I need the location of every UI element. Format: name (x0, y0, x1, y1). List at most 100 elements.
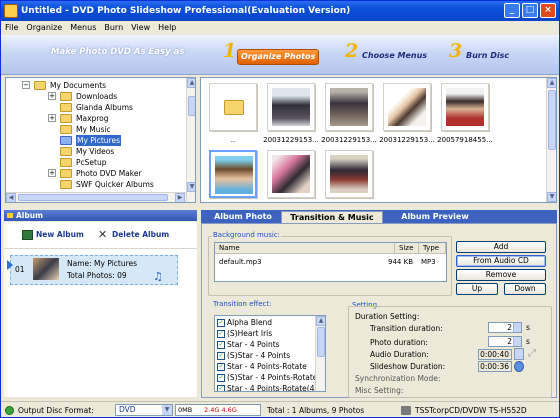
scroll-left-icon[interactable]: ◀ (6, 193, 16, 202)
music-row-name[interactable]: default.mp3 (219, 257, 389, 268)
add-music-button[interactable]: Add (456, 241, 546, 253)
transition-list-scrollbar[interactable]: ▲ (315, 316, 325, 391)
dropdown-arrow-icon[interactable]: ▼ (162, 405, 172, 415)
checkbox-checked-icon[interactable]: ✓ (217, 363, 225, 371)
scroll-down-icon[interactable]: ▼ (547, 192, 556, 202)
scroll-thumb[interactable] (18, 194, 168, 201)
transition-label: Star - 4 Points-Rotate (227, 362, 307, 371)
thumbnail-photo[interactable] (383, 83, 431, 131)
menu-menus[interactable]: Menus (66, 21, 100, 35)
scroll-up-icon[interactable]: ▲ (547, 78, 556, 88)
tree-label: My Pictures (76, 135, 121, 146)
thumbnail-photo[interactable] (267, 83, 315, 131)
spin-arrows-icon[interactable] (513, 337, 521, 346)
transition-item[interactable]: ✓ Star - 4 Points-Rotate(4x (216, 383, 319, 391)
photo-duration-input[interactable]: 2 (488, 336, 522, 347)
menu-view[interactable]: View (127, 21, 154, 35)
tree-vertical-scrollbar[interactable]: ▲ ▼ (186, 78, 195, 202)
checkbox-checked-icon[interactable]: ✓ (217, 330, 225, 338)
output-format-select[interactable]: DVD ▼ (115, 404, 173, 416)
step-organize-photos[interactable]: 1 Organize Photos (223, 39, 339, 71)
menu-burn[interactable]: Burn (100, 21, 127, 35)
folder-icon (60, 169, 72, 178)
new-album-button[interactable]: New Album (22, 229, 84, 241)
tree-label: Photo DVD Maker (76, 169, 142, 178)
menu-organize[interactable]: Organize (22, 21, 66, 35)
transition-item[interactable]: ✓ Star - 4 Points (216, 339, 280, 350)
tree-item-swf-quicker-albums[interactable]: SWF Quicker Albums (60, 179, 184, 190)
thumbnail-photo[interactable] (325, 150, 373, 198)
scroll-thumb[interactable] (317, 327, 325, 357)
scroll-up-icon[interactable]: ▲ (316, 316, 325, 326)
checkbox-checked-icon[interactable]: ✓ (217, 385, 225, 391)
tree-item-my-videos[interactable]: My Videos (60, 146, 184, 157)
transition-item[interactable]: ✓ (S)Heart Iris (216, 328, 272, 339)
spin-arrows-icon[interactable] (513, 323, 521, 332)
capacity-start-label: 0MB (178, 406, 193, 414)
expand-icon[interactable]: + (48, 114, 56, 122)
tree-horizontal-scrollbar[interactable]: ◀ ▶ (6, 192, 186, 202)
move-up-button[interactable]: Up (456, 283, 498, 295)
step-choose-menus[interactable]: 2 Choose Menus (345, 39, 437, 71)
checkbox-checked-icon[interactable]: ✓ (217, 341, 225, 349)
minimize-button[interactable]: _ (504, 3, 520, 18)
checkbox-checked-icon[interactable]: ✓ (217, 374, 225, 382)
move-down-button[interactable]: Down (504, 283, 546, 295)
tree-item-my-pictures[interactable]: My Pictures (60, 135, 184, 146)
tree-item-maxprog[interactable]: + Maxprog (48, 113, 184, 124)
collapse-icon[interactable]: − (22, 81, 30, 89)
step-burn-disc[interactable]: 3 Burn Disc (449, 39, 529, 71)
tree-item-my-documents[interactable]: − My Documents (22, 80, 182, 91)
spin-value: 2 (507, 337, 512, 346)
column-header-size[interactable]: Size (395, 243, 419, 254)
music-row-type[interactable]: MP3 (421, 257, 445, 268)
delete-album-button[interactable]: ✕ Delete Album (98, 229, 169, 241)
menu-help[interactable]: Help (154, 21, 180, 35)
title-bar[interactable]: Untitled - DVD Photo Slideshow Professio… (1, 1, 559, 21)
thumbnail-photo[interactable] (441, 83, 489, 131)
tree-item-pcsetup[interactable]: PcSetup (60, 157, 184, 168)
expand-icon[interactable]: + (48, 169, 56, 177)
remove-music-button[interactable]: Remove (456, 269, 546, 281)
music-row-size[interactable]: 944 KB (383, 257, 413, 268)
refresh-icon[interactable] (514, 361, 524, 372)
thumbnail-photo[interactable] (325, 83, 373, 131)
scroll-thumb[interactable] (188, 96, 195, 116)
tree-item-photo-dvd-maker[interactable]: + Photo DVD Maker (48, 168, 184, 179)
tab-transition-music[interactable]: Transition & Music (281, 211, 383, 223)
thumbnail-photo-selected[interactable] (209, 150, 257, 198)
thumbnail-caption: 20031229153... (379, 136, 435, 144)
tab-album-preview[interactable]: Album Preview (387, 211, 483, 223)
checkbox-checked-icon[interactable]: ✓ (217, 352, 225, 360)
thumbnail-parent-folder[interactable] (209, 83, 257, 131)
maximize-button[interactable]: □ (522, 3, 538, 18)
menu-file[interactable]: File (1, 21, 22, 35)
scroll-down-icon[interactable]: ▼ (187, 182, 195, 192)
expand-icon[interactable]: + (48, 92, 56, 100)
checkbox-checked-icon[interactable]: ✓ (217, 319, 225, 327)
thumbnail-photo[interactable] (267, 150, 315, 198)
sync-audio-icon[interactable] (514, 348, 524, 360)
close-button[interactable]: × (540, 3, 556, 18)
tab-album-photo[interactable]: Album Photo (205, 211, 281, 223)
column-header-type[interactable]: Type (419, 243, 446, 254)
thumbnails-vertical-scrollbar[interactable]: ▲ ▼ (546, 78, 556, 202)
transition-item[interactable]: ✓ Alpha Blend (216, 317, 272, 328)
tree-item-glanda-albums[interactable]: Glanda Albums (60, 102, 184, 113)
transition-item[interactable]: ✓ (S)Star - 4 Points-Rotate (216, 372, 317, 383)
transition-item[interactable]: ✓ (S)Star - 4 Points (216, 350, 290, 361)
transition-duration-input[interactable]: 2 (488, 322, 522, 333)
scroll-right-icon[interactable]: ▶ (175, 193, 185, 202)
tree-item-my-music[interactable]: My Music (60, 124, 184, 135)
link-icon[interactable]: ⤢ (528, 348, 540, 360)
album-name: Name: My Pictures (67, 259, 138, 268)
transition-label: (S)Star - 4 Points (227, 351, 291, 360)
tree-item-downloads[interactable]: + Downloads (48, 91, 184, 102)
column-header-name[interactable]: Name (215, 243, 395, 254)
scroll-thumb[interactable] (548, 90, 556, 150)
transition-item[interactable]: ✓ Star - 4 Points-Rotate (216, 361, 307, 372)
from-audio-cd-button[interactable]: From Audio CD (456, 255, 546, 267)
album-list-item[interactable]: 01 Name: My Pictures Total Photos: 09 ♫ (7, 255, 178, 285)
scroll-up-icon[interactable]: ▲ (187, 78, 195, 88)
folder-icon (60, 114, 72, 123)
